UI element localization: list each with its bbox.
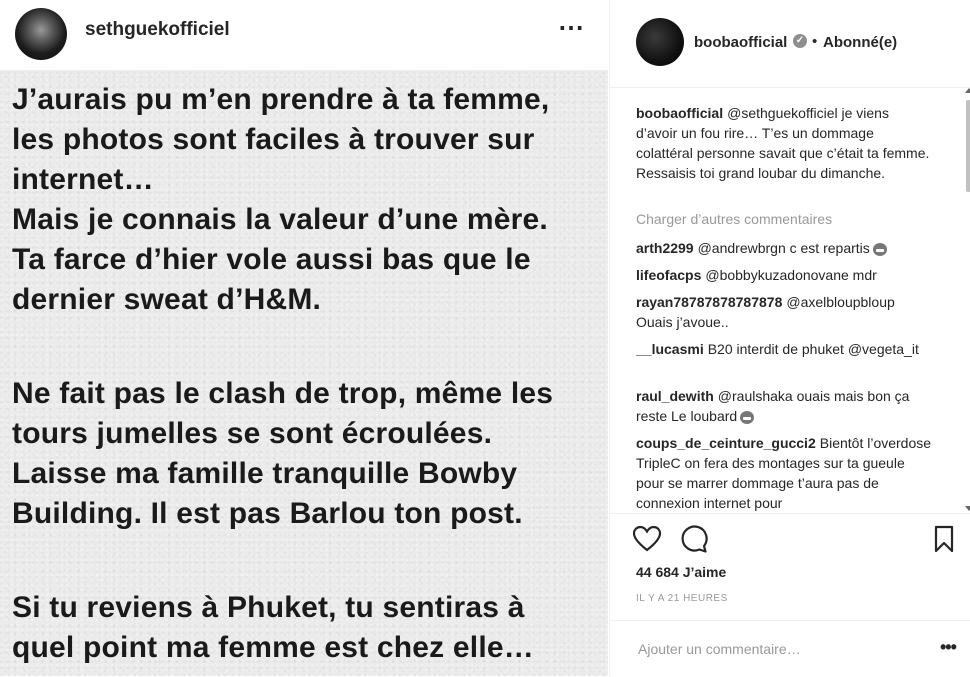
post-text-line: internet… bbox=[12, 163, 154, 196]
comment-item: arth2299 @andrewbrgn c est repartis bbox=[636, 238, 934, 258]
post-text-line: Laisse ma famille tranquille Bowby bbox=[12, 457, 518, 490]
comment-username[interactable]: coups_de_ceinture_gucci2 bbox=[636, 435, 816, 451]
scroll-down-arrow-icon[interactable] bbox=[965, 506, 970, 511]
follow-status-button[interactable]: Abonné(e) bbox=[823, 34, 897, 51]
post-timestamp[interactable]: IL Y A 21 HEURES bbox=[636, 593, 728, 604]
comments-list[interactable]: boobaofficial @sethguekofficiel je viens … bbox=[610, 88, 970, 512]
poster-avatar[interactable] bbox=[636, 18, 684, 66]
post-text-line: Si tu reviens à Phuket, tu sentiras à bbox=[12, 591, 525, 624]
likes-count[interactable]: 44 684 J’aime bbox=[636, 564, 726, 580]
comment-item: __lucasmi B20 interdit de phuket @vegeta_… bbox=[636, 339, 934, 359]
comment-text: @andrewbrgn c est repartis bbox=[697, 240, 870, 256]
author-avatar[interactable] bbox=[15, 8, 67, 60]
caption-username[interactable]: boobaofficial bbox=[636, 105, 723, 121]
post-text-line: les photos sont faciles à trouver sur bbox=[12, 123, 535, 156]
load-more-comments-link[interactable]: Charger d’autres commentaires bbox=[636, 211, 832, 227]
post-author-header: sethguekofficiel ⋯ bbox=[0, 0, 608, 71]
comment-username[interactable]: arth2299 bbox=[636, 240, 694, 256]
post-text-line: Ne fait pas le clash de trop, même les bbox=[12, 377, 554, 410]
grimacing-face-icon bbox=[872, 242, 887, 256]
comments-panel: boobaofficial ✓ • Abonné(e) boobaofficia… bbox=[609, 0, 970, 676]
poster-username[interactable]: boobaofficial bbox=[694, 34, 787, 51]
comment-item: rayan78787878787878 @axelbloupbloup Ouais… bbox=[636, 292, 934, 332]
post-text-line: Ta farce d’hier vole aussi bas que le bbox=[12, 243, 531, 276]
comment-username[interactable]: raul_dewith bbox=[636, 388, 714, 404]
post-text-line: dernier sweat d’H&M. bbox=[12, 283, 322, 316]
heart-icon[interactable] bbox=[632, 524, 662, 554]
comment-username[interactable]: lifeofacps bbox=[636, 267, 701, 283]
scroll-up-arrow-icon[interactable] bbox=[965, 88, 970, 93]
panel-header: boobaofficial ✓ • Abonné(e) bbox=[610, 0, 970, 88]
comment-item: coups_de_ceinture_gucci2 Bientôt l’overdo… bbox=[636, 433, 934, 512]
more-options-icon[interactable]: ⋯ bbox=[558, 12, 585, 43]
post-text-line: tours jumelles se sont écroulées. bbox=[12, 417, 493, 450]
author-username[interactable]: sethguekofficiel bbox=[85, 19, 230, 41]
add-comment-bar: ••• bbox=[610, 620, 970, 677]
add-comment-input[interactable] bbox=[636, 637, 930, 661]
bookmark-icon[interactable] bbox=[929, 524, 959, 554]
scrollbar-thumb[interactable] bbox=[966, 100, 970, 192]
post-image[interactable]: J’aurais pu m’en prendre à ta femme, les… bbox=[0, 71, 608, 676]
separator-dot: • bbox=[812, 33, 818, 50]
comment-text: B20 interdit de phuket @vegeta_it bbox=[707, 341, 919, 357]
grimacing-face-icon bbox=[740, 410, 755, 424]
comment-username[interactable]: __lucasmi bbox=[636, 341, 704, 357]
comment-item: raul_dewith @raulshaka ouais mais bon ça … bbox=[636, 386, 934, 426]
caption: boobaofficial @sethguekofficiel je viens … bbox=[636, 103, 934, 183]
action-bar bbox=[610, 513, 970, 564]
comment-icon[interactable] bbox=[678, 524, 708, 554]
comment-text: @bobbykuzadonovane mdr bbox=[705, 267, 877, 283]
post-text-line: J’aurais pu m’en prendre à ta femme, bbox=[12, 83, 550, 116]
post-text-line: Building. Il est pas Barlou ton post. bbox=[12, 497, 523, 530]
comment-username[interactable]: rayan78787878787878 bbox=[636, 294, 782, 310]
comment-item: lifeofacps @bobbykuzadonovane mdr bbox=[636, 265, 934, 285]
verified-badge-icon: ✓ bbox=[793, 34, 807, 48]
post-text-line: quel point ma femme est chez elle… bbox=[12, 631, 534, 664]
more-options-icon[interactable]: ••• bbox=[940, 637, 957, 658]
post-text-line: Mais je connais la valeur d’une mère. bbox=[12, 203, 548, 236]
